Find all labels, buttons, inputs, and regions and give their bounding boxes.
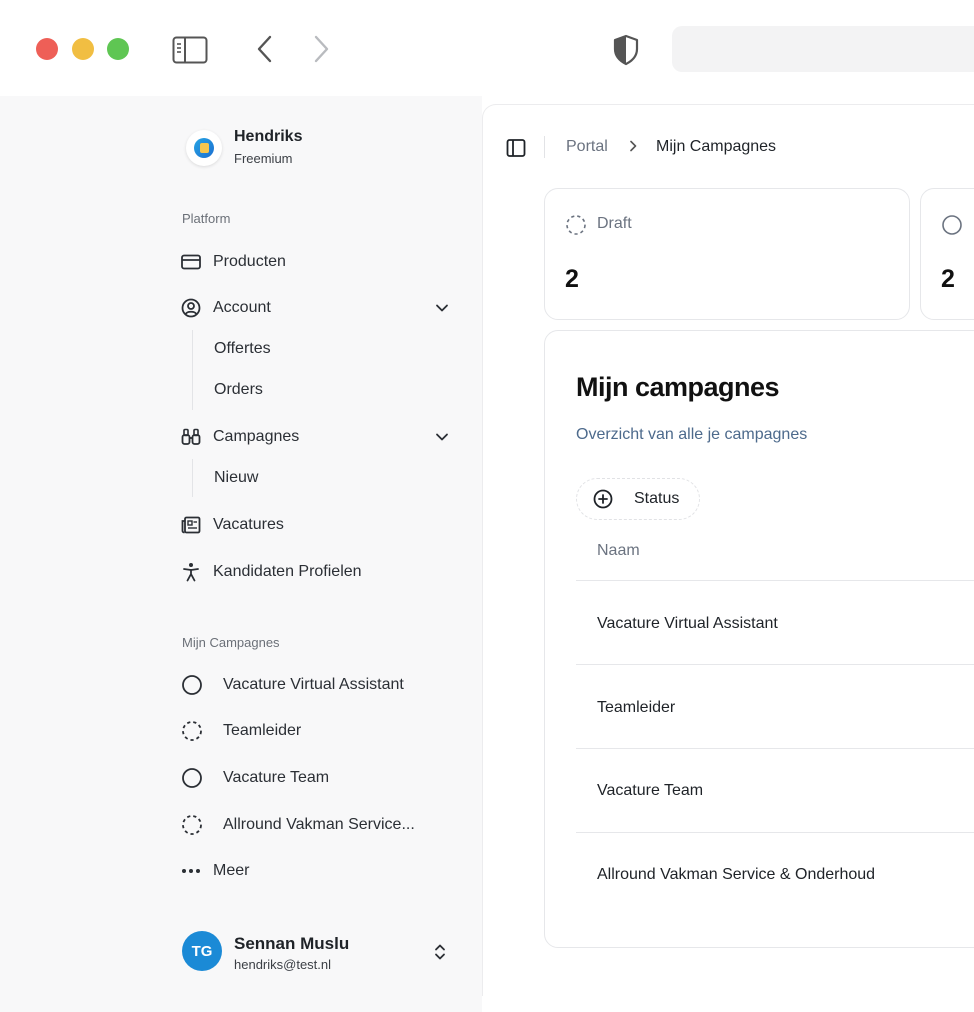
- sidebar-campaign-allround-vakman[interactable]: Allround Vakman Service...: [180, 810, 415, 840]
- chevrons-up-down-icon[interactable]: [430, 942, 450, 962]
- binoculars-icon: [180, 426, 202, 448]
- shield-icon[interactable]: [612, 34, 640, 66]
- campaign-label: Vacature Team: [223, 769, 330, 786]
- sidebar-item-label: Campagnes: [213, 428, 300, 445]
- address-bar[interactable]: [672, 26, 974, 72]
- stat-value: 2: [941, 265, 955, 293]
- forward-arrow-icon[interactable]: [310, 34, 332, 64]
- sidebar-item-label: Producten: [213, 253, 286, 270]
- circle-icon: [180, 673, 204, 697]
- stat-card-second[interactable]: 2: [920, 188, 974, 320]
- sidebar-item-meer[interactable]: Meer: [180, 856, 249, 886]
- dashed-circle-icon: [566, 215, 586, 235]
- status-filter-label: Status: [634, 490, 680, 507]
- browser-toolbar: [0, 0, 974, 96]
- table-divider: [576, 832, 974, 833]
- newspaper-icon: [180, 514, 202, 536]
- chevron-down-icon[interactable]: [432, 298, 452, 318]
- sidebar-item-vacatures[interactable]: Vacatures: [180, 510, 284, 540]
- campaign-label: Teamleider: [223, 722, 302, 739]
- table-row[interactable]: Vacature Team: [597, 782, 703, 800]
- campaign-label: Vacature Virtual Assistant: [223, 676, 404, 693]
- sidebar-item-label: Account: [213, 299, 271, 316]
- campaign-list-card: [544, 330, 974, 948]
- campaigns-group-label: Mijn Campagnes: [182, 635, 280, 650]
- workspace-plan: Freemium: [234, 151, 293, 166]
- breadcrumb-portal-link[interactable]: Portal: [566, 138, 608, 156]
- status-filter-button[interactable]: Status: [576, 478, 700, 520]
- breadcrumb-current: Mijn Campagnes: [656, 138, 777, 155]
- card-icon: [180, 251, 202, 273]
- panel-toggle-icon[interactable]: [506, 138, 526, 158]
- sidebar-item-label: Vacatures: [213, 516, 284, 533]
- close-window-button[interactable]: [36, 38, 58, 60]
- sidebar-item-producten[interactable]: Producten: [180, 247, 286, 277]
- workspace-name[interactable]: Hendriks: [234, 128, 302, 146]
- avatar[interactable]: TG: [182, 931, 222, 971]
- column-header-naam[interactable]: Naam: [597, 542, 640, 560]
- breadcrumb-separator-line: [544, 136, 545, 158]
- sidebar-item-campagnes[interactable]: Campagnes: [180, 422, 299, 452]
- campaign-label: Allround Vakman Service...: [223, 816, 415, 833]
- more-dots-icon: [180, 860, 202, 882]
- sidebar-campaign-vacature-team[interactable]: Vacature Team: [180, 763, 329, 793]
- chevron-down-icon[interactable]: [432, 427, 452, 447]
- plus-circle-icon: [593, 489, 613, 509]
- minimize-window-button[interactable]: [72, 38, 94, 60]
- sidebar-item-orders[interactable]: Orders: [214, 381, 263, 399]
- chevron-right-icon: [630, 140, 637, 152]
- table-divider: [576, 664, 974, 665]
- stat-card-draft[interactable]: Draft 2: [544, 188, 910, 320]
- back-arrow-icon[interactable]: [254, 34, 276, 64]
- page-subtitle: Overzicht van alle je campagnes: [576, 426, 808, 443]
- submenu-line: [192, 459, 193, 497]
- user-email: hendriks@test.nl: [234, 957, 332, 972]
- submenu-line: [192, 330, 193, 410]
- sidebar-item-offertes[interactable]: Offertes: [214, 340, 271, 358]
- sidebar-item-account[interactable]: Account: [180, 293, 271, 323]
- dashed-circle-icon: [180, 719, 204, 743]
- stat-value: 2: [565, 265, 579, 293]
- circle-icon: [180, 766, 204, 790]
- user-name[interactable]: Sennan Muslu: [234, 934, 349, 954]
- circle-icon: [942, 215, 962, 235]
- sidebar-item-label: Meer: [213, 862, 250, 879]
- sidebar-campaign-teamleider[interactable]: Teamleider: [180, 716, 301, 746]
- dashed-circle-icon: [180, 813, 204, 837]
- table-row[interactable]: Allround Vakman Service & Onderhoud: [597, 866, 875, 884]
- table-divider: [576, 580, 974, 581]
- sidebar-item-nieuw[interactable]: Nieuw: [214, 469, 258, 487]
- stat-label: Draft: [597, 215, 632, 232]
- table-divider: [576, 748, 974, 749]
- sidebar-item-label: Kandidaten Profielen: [213, 563, 362, 580]
- maximize-window-button[interactable]: [107, 38, 129, 60]
- table-row[interactable]: Vacature Virtual Assistant: [597, 615, 778, 633]
- workspace-logo[interactable]: [186, 130, 222, 166]
- sidebar-toggle-icon[interactable]: [172, 36, 208, 64]
- table-row[interactable]: Teamleider: [597, 699, 675, 717]
- page-title: Mijn campagnes: [576, 372, 780, 402]
- sidebar-campaign-vacature-virtual-assistant[interactable]: Vacature Virtual Assistant: [180, 670, 404, 700]
- sidebar-item-kandidaten-profielen[interactable]: Kandidaten Profielen: [180, 557, 362, 587]
- person-icon: [180, 561, 202, 583]
- platform-group-label: Platform: [182, 211, 231, 226]
- user-circle-icon: [180, 297, 202, 319]
